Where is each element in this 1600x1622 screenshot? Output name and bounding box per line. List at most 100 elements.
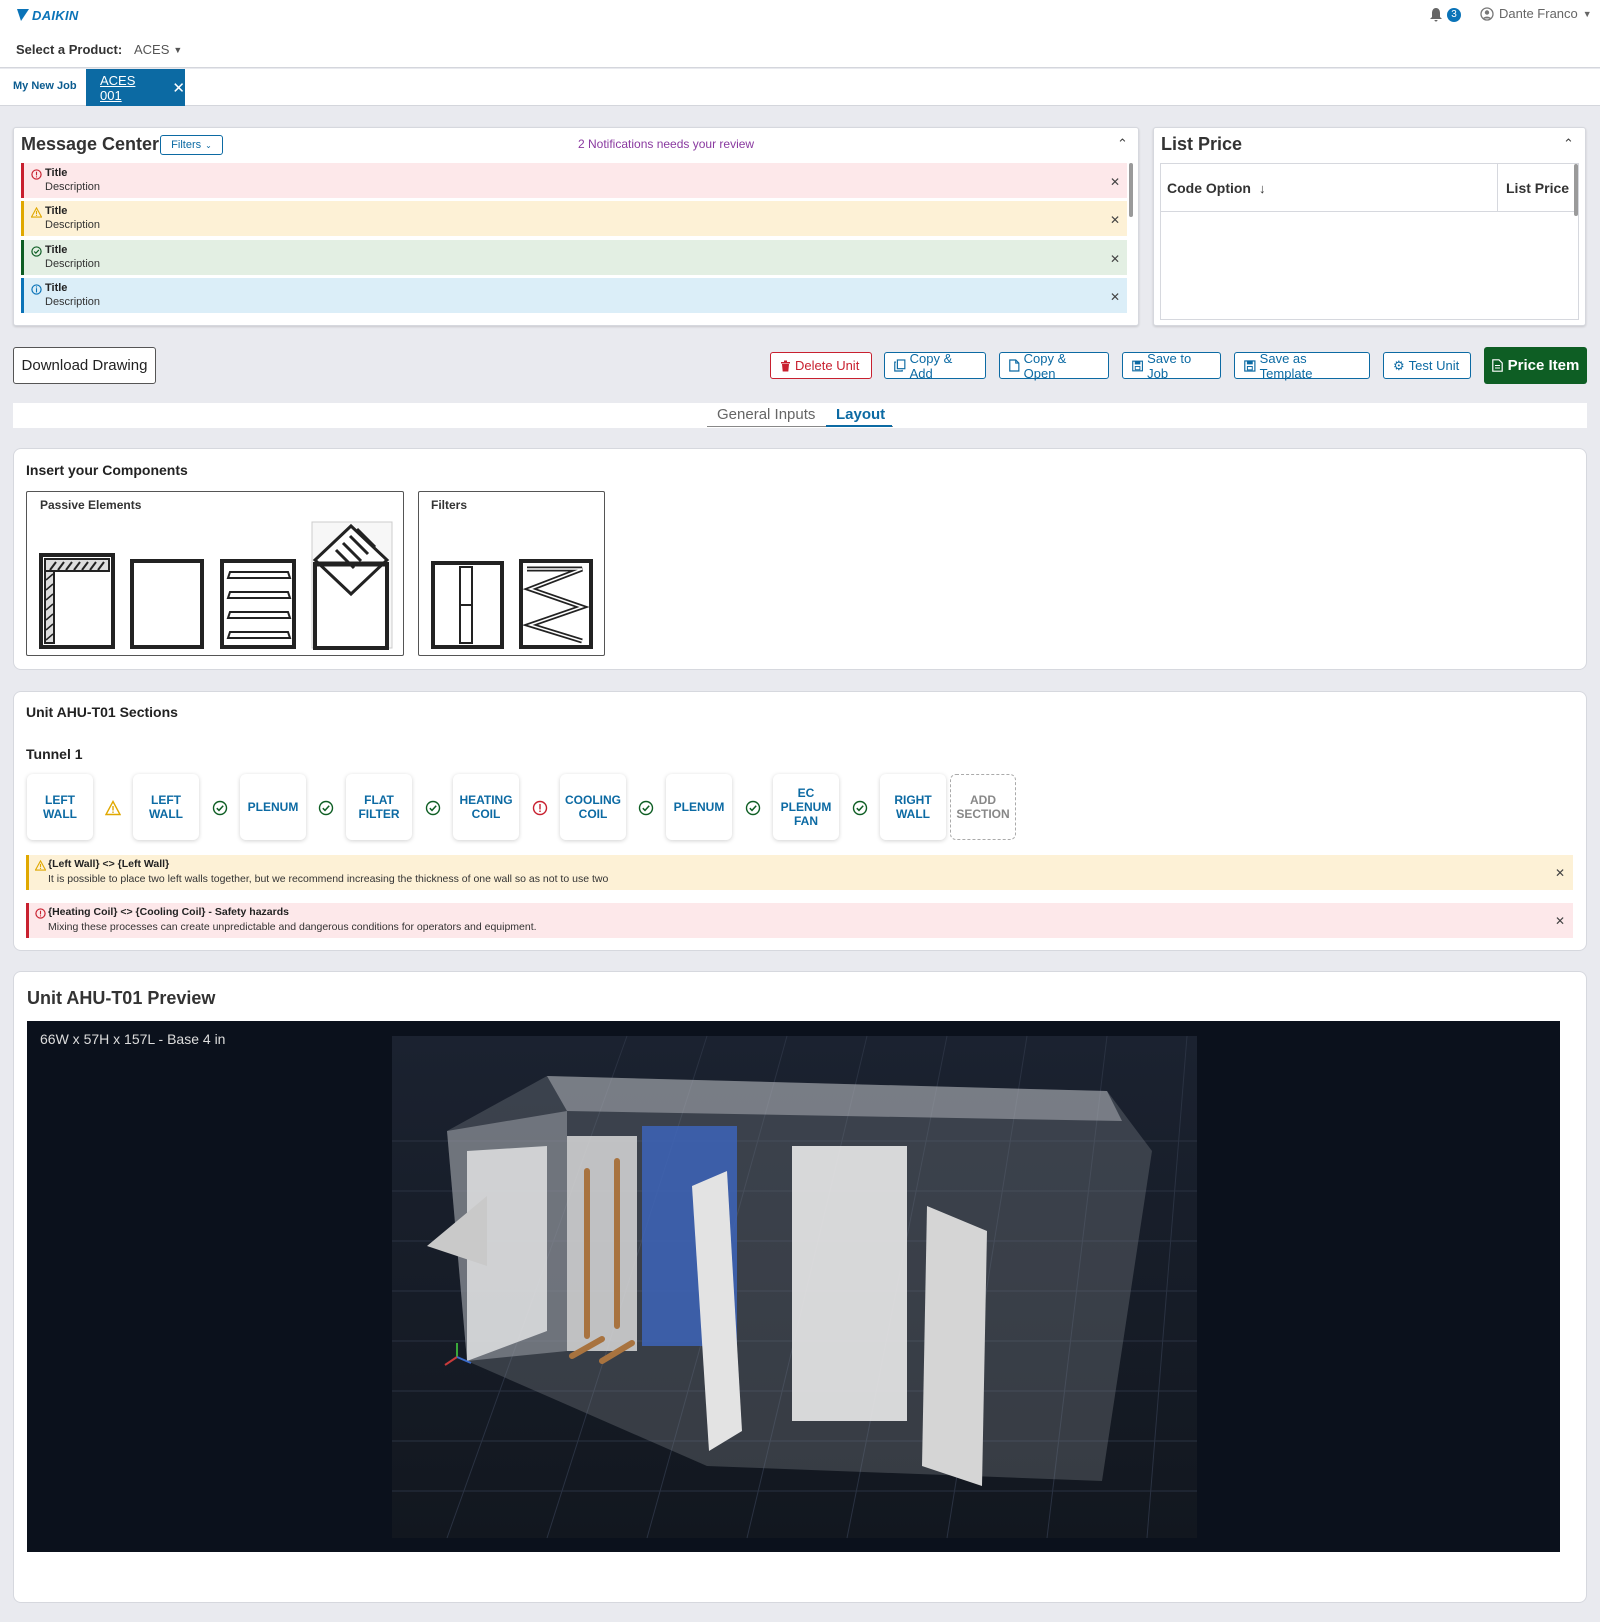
warning-icon xyxy=(105,800,121,816)
filters-gallery xyxy=(431,559,593,649)
price-item-label: Price Item xyxy=(1507,357,1580,374)
components-title: Insert your Components xyxy=(26,462,188,478)
close-icon[interactable]: ✕ xyxy=(1555,866,1565,880)
filters-button-label: Filters xyxy=(171,139,202,151)
tab-aces-001-label: ACES 001 xyxy=(100,72,136,103)
message-title: Title xyxy=(45,244,68,256)
tunnel-title: Tunnel 1 xyxy=(26,746,83,762)
save-to-job-button[interactable]: Save to Job xyxy=(1122,351,1221,381)
unit-preview-title: Unit AHU-T01 Preview xyxy=(27,988,216,1008)
column-code-option[interactable]: Code Option ↓ xyxy=(1167,180,1266,196)
section-card-ec-plenum-fan[interactable]: EC PLENUM FAN xyxy=(773,774,839,840)
product-select[interactable]: ACES ▼ xyxy=(134,42,182,57)
section-card-cooling-coil[interactable]: COOLING COIL xyxy=(560,774,626,840)
close-icon[interactable]: ✕ xyxy=(172,79,185,97)
column-code-option-label: Code Option xyxy=(1167,180,1251,196)
sort-down-icon: ↓ xyxy=(1259,180,1266,196)
success-check-icon xyxy=(425,800,441,816)
section-card-right-wall[interactable]: RIGHT WALL xyxy=(880,774,946,840)
warning-icon xyxy=(31,207,42,218)
section-alert: {Left Wall} <> {Left Wall} It is possibl… xyxy=(26,855,1573,890)
download-drawing-button[interactable]: Download Drawing xyxy=(13,347,156,384)
info-icon xyxy=(31,284,42,295)
close-icon[interactable]: ✕ xyxy=(1110,290,1120,304)
section-card-flat-filter[interactable]: FLAT FILTER xyxy=(346,774,412,840)
success-check-icon xyxy=(852,800,868,816)
test-unit-label: Test Unit xyxy=(1408,358,1460,373)
wall-component-icon[interactable] xyxy=(39,553,115,649)
error-icon xyxy=(31,169,42,180)
column-divider xyxy=(1497,164,1498,212)
user-menu[interactable]: Dante Franco ▼ xyxy=(1480,6,1592,21)
alert-description: It is possible to place two left walls t… xyxy=(48,873,609,885)
message-item: Title Description ✕ xyxy=(21,163,1127,198)
pleated-filter-component-icon[interactable] xyxy=(519,559,593,649)
message-description: Description xyxy=(45,219,101,231)
copy-add-button[interactable]: Copy & Add xyxy=(884,350,986,381)
message-scrollbar[interactable] xyxy=(1129,163,1133,217)
close-icon[interactable]: ✕ xyxy=(1110,252,1120,266)
unit-sections-title: Unit AHU-T01 Sections xyxy=(26,704,178,720)
section-card-left-wall[interactable]: LEFT WALL xyxy=(27,774,93,840)
close-icon[interactable]: ✕ xyxy=(1110,175,1120,189)
plenum-component-icon[interactable] xyxy=(130,559,204,649)
warning-icon xyxy=(35,860,46,871)
passive-elements-gallery xyxy=(39,521,393,650)
success-check-icon xyxy=(745,800,761,816)
trash-icon xyxy=(781,360,790,371)
message-title: Title xyxy=(45,167,68,179)
error-icon xyxy=(35,908,46,919)
message-center-title: Message Center xyxy=(21,134,160,154)
save-icon xyxy=(1244,359,1256,372)
close-icon[interactable]: ✕ xyxy=(1555,914,1565,928)
collapse-chevron-icon[interactable]: ⌃ xyxy=(1117,136,1128,152)
price-item-button[interactable]: Price Item xyxy=(1484,347,1587,384)
close-icon[interactable]: ✕ xyxy=(1110,213,1120,227)
filters-title: Filters xyxy=(431,498,468,512)
3d-viewer[interactable] xyxy=(27,1021,1560,1552)
active-tab-indicator xyxy=(826,425,892,427)
add-section-button[interactable]: ADD SECTION xyxy=(950,774,1016,840)
filters-button[interactable]: Filters ⌄ xyxy=(160,135,223,155)
message-item: Title Description ✕ xyxy=(21,201,1127,236)
delete-unit-button[interactable]: Delete Unit xyxy=(770,352,872,379)
tab-my-new-job[interactable]: My New Job xyxy=(13,80,77,92)
section-card-plenum[interactable]: PLENUM xyxy=(666,774,732,840)
tab-layout[interactable]: Layout xyxy=(836,406,885,423)
copy-open-button[interactable]: Copy & Open xyxy=(999,351,1109,381)
user-name: Dante Franco xyxy=(1499,6,1578,21)
message-description: Description xyxy=(45,296,101,308)
top-bar xyxy=(0,0,1600,68)
user-avatar-icon xyxy=(1480,6,1494,21)
copy-icon xyxy=(894,359,906,372)
access-door-right xyxy=(922,1206,987,1486)
section-card-plenum[interactable]: PLENUM xyxy=(240,774,306,840)
test-unit-button[interactable]: ⚙ Test Unit xyxy=(1383,352,1471,379)
column-list-price[interactable]: List Price xyxy=(1506,180,1569,196)
message-title: Title xyxy=(45,205,68,217)
passive-elements-title: Passive Elements xyxy=(40,498,142,512)
bell-icon[interactable] xyxy=(1429,7,1443,23)
save-as-template-button[interactable]: Save as Template xyxy=(1234,351,1370,381)
message-description: Description xyxy=(45,181,101,193)
louver-component-icon[interactable] xyxy=(220,559,296,649)
collapse-chevron-icon[interactable]: ⌃ xyxy=(1563,136,1574,152)
message-title: Title xyxy=(45,282,68,294)
success-check-icon xyxy=(638,800,654,816)
copy-add-label: Copy & Add xyxy=(909,350,953,381)
delete-unit-label: Delete Unit xyxy=(795,358,860,373)
daikin-logo[interactable]: DAIKIN xyxy=(16,6,79,24)
price-scrollbar[interactable] xyxy=(1574,164,1578,216)
product-select-label: Select a Product: xyxy=(16,42,123,57)
fan-partition xyxy=(792,1146,907,1421)
caret-down-icon: ▼ xyxy=(173,44,183,55)
tab-general-inputs[interactable]: General Inputs xyxy=(717,406,815,423)
flat-filter-component-icon[interactable] xyxy=(431,561,504,649)
damper-component-icon[interactable] xyxy=(311,521,393,650)
tab-aces-001[interactable]: ACES 001 ✕ xyxy=(86,69,185,106)
success-check-icon xyxy=(212,800,228,816)
section-card-heating-coil[interactable]: HEATING COIL xyxy=(453,774,519,840)
gear-icon: ⚙ xyxy=(1393,357,1405,373)
section-card-left-wall[interactable]: LEFT WALL xyxy=(133,774,199,840)
alert-title: {Heating Coil} <> {Cooling Coil} - Safet… xyxy=(48,906,289,918)
